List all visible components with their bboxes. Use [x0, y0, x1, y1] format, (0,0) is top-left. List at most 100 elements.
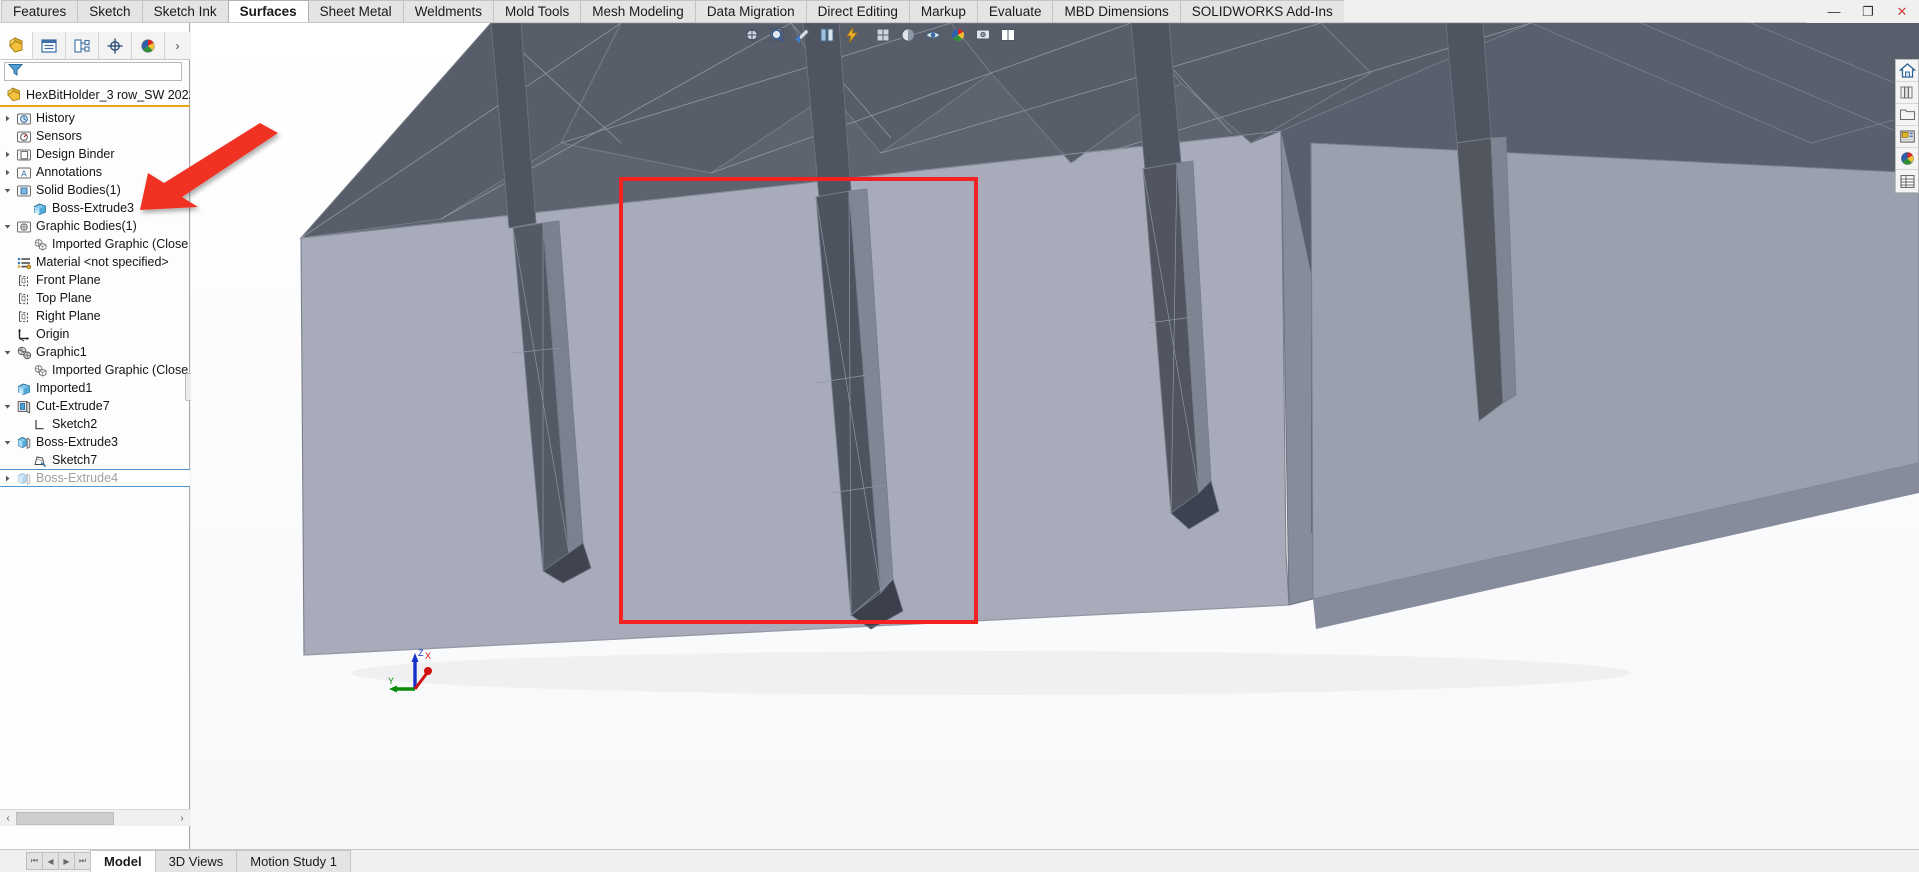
tree-item-imported-graphic-closed-1[interactable]: Imported Graphic (Closed) -1	[0, 235, 190, 253]
feature-tree-filter[interactable]	[4, 62, 182, 81]
tab-solidworks-add-ins[interactable]: SOLIDWORKS Add-Ins	[1179, 0, 1345, 22]
chevron-right-icon[interactable]	[0, 168, 14, 177]
tree-item-material-not-specified[interactable]: Material <not specified>	[0, 253, 190, 271]
tree-item-design-binder[interactable]: Design Binder	[0, 145, 190, 163]
tree-item-origin[interactable]: Origin	[0, 325, 190, 343]
view-settings-button[interactable]	[971, 24, 995, 46]
custom-properties-button[interactable]	[1896, 170, 1918, 192]
origin-icon	[17, 328, 29, 341]
tab-markup[interactable]: Markup	[908, 0, 978, 22]
chevron-down-icon[interactable]	[0, 438, 14, 447]
hscroll-track[interactable]	[16, 810, 174, 826]
zoom-to-fit-button[interactable]	[740, 24, 764, 46]
tab-motion-study-1[interactable]: Motion Study 1	[236, 850, 351, 872]
view-orientation-button[interactable]	[871, 24, 895, 46]
tree-root-part[interactable]: HexBitHolder_3 row_SW 2022 (Default	[0, 85, 190, 104]
tree-item-annotations[interactable]: A Annotations	[0, 163, 190, 181]
tab-features[interactable]: Features	[1, 0, 79, 22]
feature-tree-hscrollbar[interactable]: ‹ ›	[0, 809, 190, 826]
resources-button[interactable]	[1896, 82, 1918, 104]
tree-item-label: Material <not specified>	[36, 255, 169, 269]
chevron-down-icon[interactable]	[0, 348, 14, 357]
tree-item-imported1[interactable]: Imported1	[0, 379, 190, 397]
tree-item-solid-bodies-1[interactable]: Solid Bodies(1)	[0, 181, 190, 199]
chevron-right-icon[interactable]	[0, 474, 14, 483]
graphics-viewport[interactable]: Z Y X	[191, 23, 1919, 849]
viewport-button[interactable]	[996, 24, 1020, 46]
tree-item-boss-extrude3[interactable]: Boss-Extrude3	[0, 433, 190, 451]
display-style-button[interactable]	[896, 24, 920, 46]
appearances-button[interactable]	[1896, 148, 1918, 170]
hscroll-thumb[interactable]	[16, 811, 114, 825]
nav-next-button[interactable]: ▶	[58, 852, 75, 870]
tree-item-boss-extrude3[interactable]: Boss-Extrude3	[0, 199, 190, 217]
tree-item-sketch2[interactable]: Sketch2	[0, 415, 190, 433]
boss-extrude-icon	[17, 472, 30, 485]
property-manager-tab[interactable]	[33, 32, 66, 59]
tab-data-migration[interactable]: Data Migration	[694, 0, 807, 22]
more-manager-tabs-button[interactable]: ›	[165, 32, 190, 59]
imported-graphic-icon	[30, 363, 49, 378]
triad-y-label: Y	[388, 676, 394, 686]
nav-prev-button[interactable]: ◀	[42, 852, 59, 870]
tree-item-label: Sketch2	[52, 417, 98, 431]
tab-mesh-modeling[interactable]: Mesh Modeling	[580, 0, 696, 22]
tab-direct-editing[interactable]: Direct Editing	[805, 0, 910, 22]
task-pane-toolbar	[1895, 59, 1919, 193]
hscroll-right-arrow[interactable]: ›	[174, 811, 190, 826]
window-caption-buttons: — ❐ ✕	[1807, 0, 1919, 23]
tree-item-imported-graphic-closed-1[interactable]: Imported Graphic (Closed) -1	[0, 361, 190, 379]
display-manager-tab[interactable]	[132, 32, 165, 59]
tree-item-graphic-bodies-1[interactable]: Graphic Bodies(1)	[0, 217, 190, 235]
chevron-right-icon[interactable]	[0, 114, 14, 123]
tab-mold-tools[interactable]: Mold Tools	[492, 0, 582, 22]
minimize-button[interactable]: —	[1817, 1, 1851, 23]
chevron-down-icon[interactable]	[0, 402, 14, 411]
section-view-button[interactable]	[815, 24, 839, 46]
plane-icon	[18, 310, 28, 322]
tab-surfaces[interactable]: Surfaces	[227, 0, 309, 22]
configuration-manager-tab[interactable]	[66, 32, 99, 59]
viewport-icon	[1001, 29, 1015, 41]
tab-sketch[interactable]: Sketch	[77, 0, 143, 22]
tab-sketch-ink[interactable]: Sketch Ink	[141, 0, 229, 22]
feature-tree[interactable]: HexBitHolder_3 row_SW 2022 (Default Hist…	[0, 85, 190, 681]
tab-weldments[interactable]: Weldments	[402, 0, 494, 22]
nav-first-button[interactable]: ⏮	[26, 852, 43, 870]
tab-model[interactable]: Model	[90, 850, 156, 872]
tree-item-right-plane[interactable]: Right Plane	[0, 307, 190, 325]
chevron-right-icon[interactable]	[0, 150, 14, 159]
tree-item-cut-extrude7[interactable]: Cut-Extrude7	[0, 397, 190, 415]
dynamic-annotation-button[interactable]	[840, 24, 864, 46]
view-palette-button[interactable]	[1896, 126, 1918, 148]
tree-item-history[interactable]: History	[0, 109, 190, 127]
tab-mbd-dimensions[interactable]: MBD Dimensions	[1052, 0, 1181, 22]
tab-sheet-metal[interactable]: Sheet Metal	[307, 0, 404, 22]
material-icon	[14, 255, 33, 270]
tree-item-graphic1[interactable]: Graphic1	[0, 343, 190, 361]
tab-3d-views[interactable]: 3D Views	[154, 850, 238, 872]
file-explorer-button[interactable]	[1896, 104, 1918, 126]
hscroll-left-arrow[interactable]: ‹	[0, 811, 16, 826]
triad-x-label: X	[425, 651, 431, 661]
tree-item-boss-extrude4[interactable]: Boss-Extrude4	[0, 469, 190, 487]
tree-item-front-plane[interactable]: Front Plane	[0, 271, 190, 289]
tree-item-top-plane[interactable]: Top Plane	[0, 289, 190, 307]
home-button[interactable]	[1896, 60, 1918, 82]
zoom-to-area-button[interactable]	[765, 24, 789, 46]
tree-item-sensors[interactable]: Sensors	[0, 127, 190, 145]
restore-button[interactable]: ❐	[1851, 1, 1885, 23]
dimxpert-manager-tab[interactable]	[99, 32, 132, 59]
tab-evaluate[interactable]: Evaluate	[976, 0, 1054, 22]
nav-last-button[interactable]: ⏭	[74, 852, 91, 870]
chevron-down-icon[interactable]	[0, 222, 14, 231]
tree-item-label: Sensors	[36, 129, 82, 143]
hide-show-items-button[interactable]	[921, 24, 945, 46]
chevron-down-icon[interactable]	[0, 186, 14, 195]
apply-scene-button[interactable]	[946, 24, 970, 46]
feature-manager-design-tree-tab[interactable]	[0, 32, 33, 59]
close-button[interactable]: ✕	[1885, 1, 1919, 23]
tree-item-sketch7[interactable]: Sketch7	[0, 451, 190, 469]
annotations-icon: A	[14, 165, 33, 180]
previous-view-button[interactable]	[790, 24, 814, 46]
